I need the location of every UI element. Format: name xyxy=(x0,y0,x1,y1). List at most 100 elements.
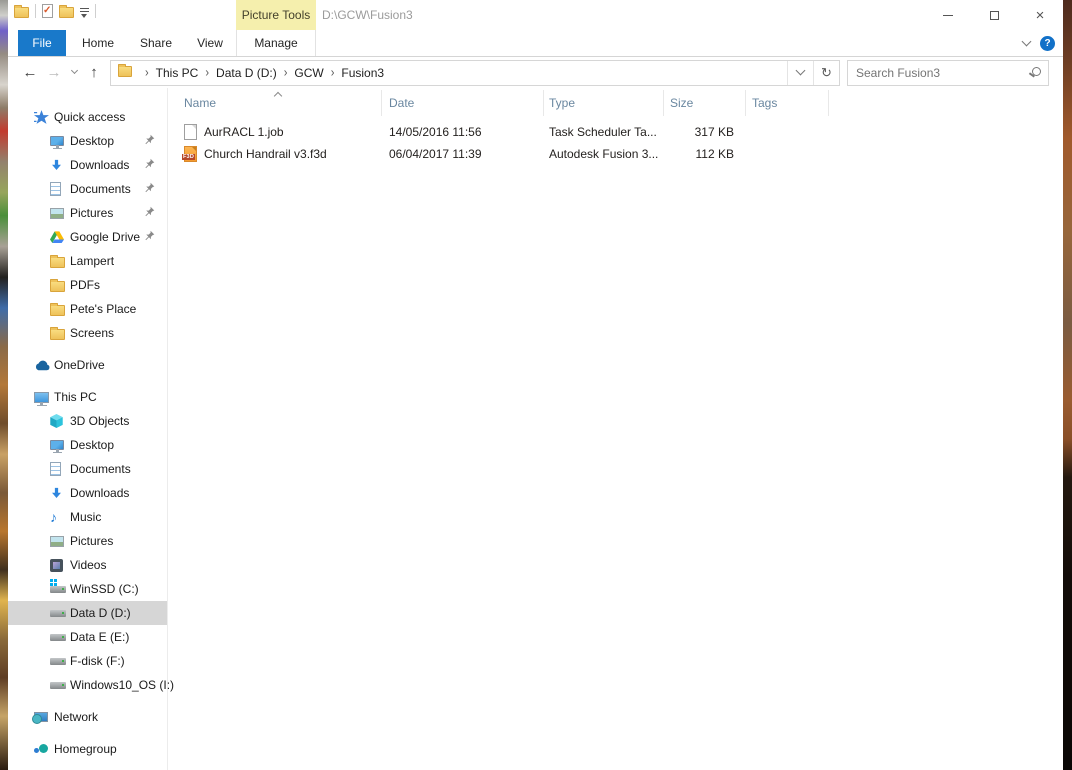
tab-file[interactable]: File xyxy=(18,30,66,56)
sidebar-item-documents[interactable]: Documents xyxy=(8,177,167,201)
file-row-church-handrail-f3d[interactable]: F3D Church Handrail v3.f3d 06/04/2017 11… xyxy=(168,143,1063,165)
help-icon[interactable]: ? xyxy=(1040,36,1055,51)
new-folder-icon[interactable] xyxy=(59,5,74,18)
minimize-button[interactable] xyxy=(925,0,971,30)
desktop-background-right xyxy=(1063,0,1072,770)
breadcrumb-this-pc[interactable]: This PC xyxy=(156,66,199,80)
sidebar-item-lampert[interactable]: Lampert xyxy=(8,249,167,273)
window-title: D:\GCW\Fusion3 xyxy=(322,8,413,22)
refresh-icon[interactable]: ↻ xyxy=(813,60,839,85)
breadcrumb-separator-icon[interactable]: › xyxy=(324,65,342,79)
file-type: Task Scheduler Ta... xyxy=(549,125,657,139)
history-chevron-icon[interactable] xyxy=(66,66,82,75)
ribbon-right-controls: ? xyxy=(1021,30,1055,57)
sidebar-section-quick-access[interactable]: Quick access xyxy=(8,105,167,129)
search-icon[interactable] xyxy=(1032,66,1041,76)
up-icon[interactable]: ↑ xyxy=(82,64,106,81)
network-icon xyxy=(32,712,54,724)
sort-ascending-caret-icon xyxy=(273,91,282,101)
onedrive-cloud-icon xyxy=(34,360,54,371)
sidebar-item-screens[interactable]: Screens xyxy=(8,321,167,345)
sidebar-item-music[interactable]: ♪ Music xyxy=(8,505,167,529)
file-row-aurracl-job[interactable]: AurRACL 1.job 14/05/2016 11:56 Task Sche… xyxy=(168,121,1063,143)
breadcrumb-separator-icon[interactable]: › xyxy=(198,65,216,79)
breadcrumb-separator-icon[interactable]: › xyxy=(138,65,156,79)
sidebar-item-pc-downloads[interactable]: Downloads xyxy=(8,481,167,505)
column-header-date[interactable]: Date xyxy=(382,90,544,116)
this-pc-icon xyxy=(34,391,54,406)
minimize-icon xyxy=(943,14,953,16)
file-name: AurRACL 1.job xyxy=(204,125,284,139)
sidebar-item-3d-objects[interactable]: 3D Objects xyxy=(8,409,167,433)
tab-home[interactable]: Home xyxy=(74,30,122,56)
sidebar-item-downloads[interactable]: Downloads xyxy=(8,153,167,177)
sidebar-item-f-disk[interactable]: F-disk (F:) xyxy=(8,649,167,673)
drive-icon xyxy=(50,633,70,641)
sidebar-item-pdfs[interactable]: PDFs xyxy=(8,273,167,297)
tab-view[interactable]: View xyxy=(188,30,232,56)
column-header-name[interactable]: Name xyxy=(168,90,382,116)
breadcrumb-data-d[interactable]: Data D (D:) xyxy=(216,66,277,80)
music-note-icon: ♪ xyxy=(50,509,57,525)
sidebar-section-this-pc[interactable]: This PC xyxy=(8,385,167,409)
folder-icon xyxy=(50,254,70,268)
sidebar-item-desktop[interactable]: Desktop xyxy=(8,129,167,153)
desktop-icon xyxy=(50,440,70,453)
tab-manage[interactable]: Manage xyxy=(236,30,316,56)
3d-cube-icon xyxy=(50,414,70,428)
sidebar-item-videos[interactable]: Videos xyxy=(8,553,167,577)
properties-check-icon[interactable] xyxy=(42,4,53,18)
navigation-bar: ← → ↑ › This PC › Data D (D:) › GCW › Fu… xyxy=(8,57,1063,88)
breadcrumb-folder-icon[interactable] xyxy=(118,63,132,82)
sidebar-item-pc-desktop[interactable]: Desktop xyxy=(8,433,167,457)
close-icon: × xyxy=(1035,6,1045,24)
sidebar-item-data-e[interactable]: Data E (E:) xyxy=(8,625,167,649)
f3d-file-icon: F3D xyxy=(182,146,197,162)
address-bar-controls: ↻ xyxy=(787,60,839,85)
ribbon-tab-row: File Home Share View Manage ? xyxy=(8,30,1063,57)
sidebar-section-onedrive[interactable]: OneDrive xyxy=(8,353,167,377)
sidebar-section-network[interactable]: Network xyxy=(8,705,167,729)
drive-icon xyxy=(50,657,70,665)
sidebar-item-pictures[interactable]: Pictures xyxy=(8,201,167,225)
qat-dropdown-icon[interactable] xyxy=(80,5,89,18)
desktop-icon xyxy=(50,136,70,149)
close-button[interactable]: × xyxy=(1017,0,1063,30)
navigation-pane: Quick access Desktop Downloads Documents… xyxy=(8,88,174,770)
forward-icon[interactable]: → xyxy=(42,64,66,81)
pictures-icon xyxy=(50,535,70,547)
sidebar-item-windows10-os[interactable]: Windows10_OS (I:) xyxy=(8,673,174,697)
breadcrumb-separator-icon[interactable]: › xyxy=(277,65,295,79)
sidebar-item-data-d[interactable]: Data D (D:) xyxy=(8,601,167,625)
sidebar-item-pc-pictures[interactable]: Pictures xyxy=(8,529,167,553)
folder-icon xyxy=(50,326,70,340)
breadcrumb-gcw[interactable]: GCW xyxy=(294,66,323,80)
sidebar-item-winssd-c[interactable]: WinSSD (C:) xyxy=(8,577,167,601)
column-header-tags[interactable]: Tags xyxy=(746,90,829,116)
sidebar-item-pc-documents[interactable]: Documents xyxy=(8,457,167,481)
breadcrumb-fusion3[interactable]: Fusion3 xyxy=(341,66,384,80)
sidebar-item-petes-place[interactable]: Pete's Place xyxy=(8,297,167,321)
homegroup-icon xyxy=(34,743,54,755)
ribbon-collapse-chevron-icon[interactable] xyxy=(1021,36,1032,47)
system-drive-icon xyxy=(50,578,70,593)
address-dropdown-chevron-icon[interactable] xyxy=(787,60,813,85)
column-header-size[interactable]: Size xyxy=(664,90,746,116)
sidebar-section-homegroup[interactable]: Homegroup xyxy=(8,737,167,761)
back-icon[interactable]: ← xyxy=(18,64,42,81)
maximize-button[interactable] xyxy=(971,0,1017,30)
tab-share[interactable]: Share xyxy=(132,30,180,56)
google-drive-icon xyxy=(50,230,70,244)
explorer-folder-icon[interactable] xyxy=(14,5,29,18)
documents-icon xyxy=(50,462,70,476)
folder-icon xyxy=(50,302,70,316)
search-input[interactable] xyxy=(848,60,1048,85)
folder-icon xyxy=(50,278,70,292)
title-bar: Picture Tools D:\GCW\Fusion3 × xyxy=(8,0,1063,30)
column-header-type[interactable]: Type xyxy=(544,90,664,116)
address-bar[interactable]: › This PC › Data D (D:) › GCW › Fusion3 … xyxy=(110,59,840,86)
search-box xyxy=(847,59,1049,86)
f3d-badge: F3D xyxy=(182,154,195,160)
pin-icon xyxy=(144,158,155,172)
sidebar-item-google-drive[interactable]: Google Drive xyxy=(8,225,167,249)
